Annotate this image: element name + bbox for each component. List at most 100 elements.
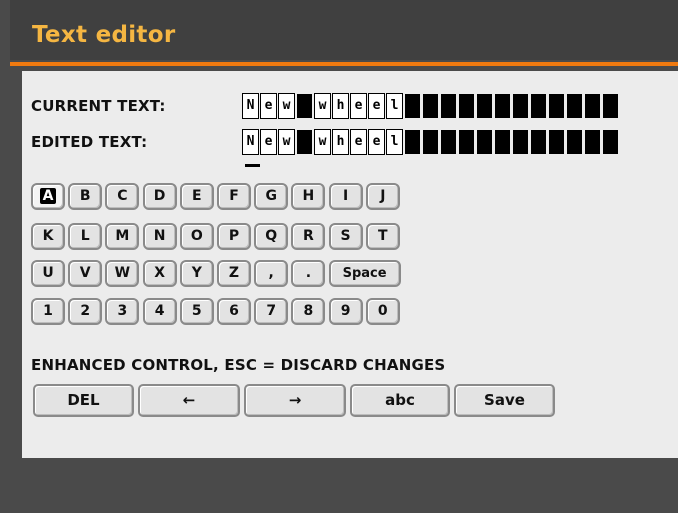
- edited-text-field[interactable]: Newwheel: [242, 129, 621, 155]
- char-cell: [603, 94, 618, 118]
- case-toggle-button[interactable]: abc: [350, 384, 450, 417]
- key-space[interactable]: Space: [328, 260, 401, 287]
- char-cell: w: [314, 129, 331, 155]
- key-4[interactable]: 4: [142, 298, 177, 325]
- key-label: G: [265, 188, 277, 204]
- key-5[interactable]: 5: [179, 298, 214, 325]
- key-y[interactable]: Y: [179, 260, 214, 287]
- key-u[interactable]: U: [31, 260, 65, 287]
- key-k[interactable]: K: [31, 223, 65, 250]
- cursor-right-button[interactable]: →: [244, 384, 346, 417]
- char-cell: [549, 130, 564, 154]
- char-cell: w: [314, 93, 331, 119]
- key-label: I: [342, 188, 349, 204]
- key-h[interactable]: H: [291, 183, 326, 210]
- key-v[interactable]: V: [68, 260, 103, 287]
- key-label: P: [228, 228, 240, 244]
- key-p[interactable]: P: [217, 223, 251, 250]
- char-cell: [513, 130, 528, 154]
- char-cell: e: [368, 129, 385, 155]
- key-b[interactable]: B: [68, 183, 103, 210]
- key-z[interactable]: Z: [217, 260, 251, 287]
- key-l[interactable]: L: [68, 223, 103, 250]
- current-text-label: CURRENT TEXT:: [31, 97, 166, 115]
- key-period[interactable]: .: [291, 260, 326, 287]
- key-1[interactable]: 1: [31, 298, 65, 325]
- key-e[interactable]: E: [179, 183, 214, 210]
- key-s[interactable]: S: [328, 223, 363, 250]
- key-d[interactable]: D: [142, 183, 177, 210]
- title-accent-line: [10, 62, 678, 66]
- key-f[interactable]: F: [217, 183, 251, 210]
- char-cell: [531, 130, 546, 154]
- key-7[interactable]: 7: [254, 298, 289, 325]
- key-m[interactable]: M: [105, 223, 140, 250]
- key-q[interactable]: Q: [254, 223, 289, 250]
- char-cell: [297, 130, 312, 154]
- key-label: N: [153, 228, 166, 244]
- key-label: T: [378, 228, 388, 244]
- save-button[interactable]: Save: [454, 384, 555, 417]
- key-n[interactable]: N: [142, 223, 177, 250]
- char-cell: [459, 130, 474, 154]
- key-8[interactable]: 8: [291, 298, 326, 325]
- char-cell: [585, 94, 600, 118]
- key-g[interactable]: G: [254, 183, 289, 210]
- key-label: W: [114, 265, 131, 281]
- current-text-display: Newwheel: [242, 93, 621, 119]
- char-cell: [423, 130, 438, 154]
- key-6[interactable]: 6: [217, 298, 251, 325]
- key-label: Q: [265, 228, 278, 244]
- key-label: 1: [43, 303, 53, 319]
- key-o[interactable]: O: [179, 223, 214, 250]
- screen: Text editor CURRENT TEXT: Newwheel EDITE…: [0, 0, 678, 513]
- key-label: ,: [268, 265, 274, 281]
- cursor-left-button[interactable]: ←: [138, 384, 240, 417]
- key-label: O: [190, 228, 203, 244]
- key-label: A: [39, 188, 57, 204]
- key-label: 8: [303, 303, 314, 319]
- delete-button[interactable]: DEL: [33, 384, 134, 417]
- char-cell: h: [332, 93, 349, 119]
- key-label: C: [117, 188, 128, 204]
- char-cell: [513, 94, 528, 118]
- key-label: R: [303, 228, 314, 244]
- char-cell: [477, 94, 492, 118]
- key-x[interactable]: X: [142, 260, 177, 287]
- key-label: 2: [80, 303, 91, 319]
- key-a[interactable]: A: [31, 183, 65, 210]
- key-label: 4: [154, 303, 165, 319]
- char-cell: w: [278, 93, 295, 119]
- key-w[interactable]: W: [105, 260, 140, 287]
- char-cell: l: [386, 129, 403, 155]
- key-i[interactable]: I: [328, 183, 363, 210]
- key-label: 3: [117, 303, 128, 319]
- key-label: U: [42, 265, 54, 281]
- char-cell: e: [260, 93, 277, 119]
- char-cell: e: [368, 93, 385, 119]
- key-c[interactable]: C: [105, 183, 140, 210]
- char-cell: [405, 130, 420, 154]
- char-cell: [603, 130, 618, 154]
- key-label: 7: [266, 303, 277, 319]
- key-comma[interactable]: ,: [254, 260, 289, 287]
- key-2[interactable]: 2: [68, 298, 103, 325]
- key-label: B: [79, 188, 91, 204]
- text-cursor: [245, 164, 260, 167]
- key-t[interactable]: T: [365, 223, 400, 250]
- char-cell: e: [350, 93, 367, 119]
- key-j[interactable]: J: [365, 183, 400, 210]
- char-cell: [459, 94, 474, 118]
- key-label: X: [154, 265, 165, 281]
- key-3[interactable]: 3: [105, 298, 140, 325]
- key-label: H: [302, 188, 315, 204]
- char-cell: h: [332, 129, 349, 155]
- key-9[interactable]: 9: [328, 298, 363, 325]
- key-r[interactable]: R: [291, 223, 326, 250]
- key-label: 0: [377, 303, 388, 319]
- char-cell: [495, 94, 510, 118]
- char-cell: [585, 130, 600, 154]
- key-0[interactable]: 0: [365, 298, 400, 325]
- key-label: 5: [191, 303, 202, 319]
- key-label: D: [153, 188, 166, 204]
